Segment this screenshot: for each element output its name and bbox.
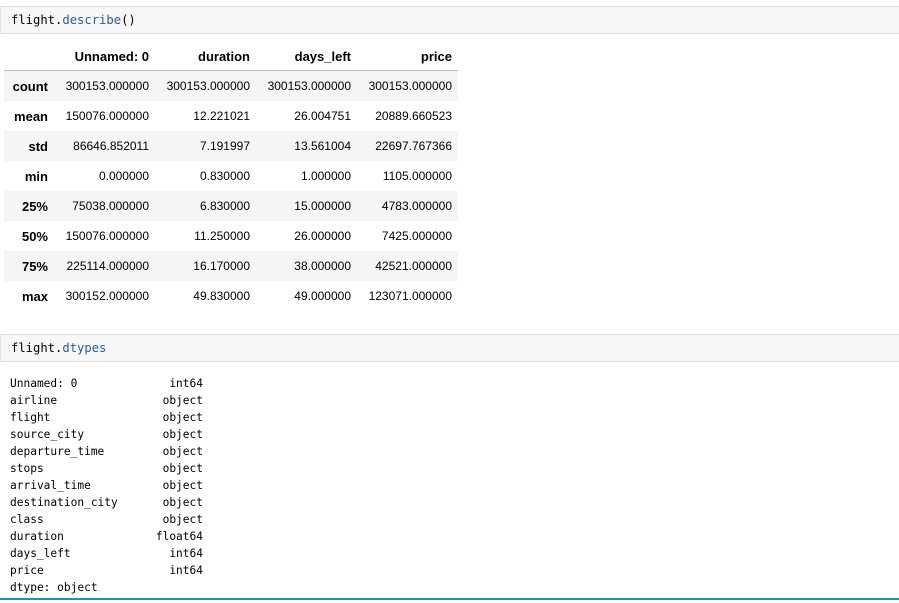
code-object: flight [11,341,56,355]
table-cell: 7425.000000 [381,229,452,243]
row-label: mean [14,108,48,124]
table-cell: 300152.000000 [65,289,149,303]
code-method: describe [62,13,122,27]
row-label: count [12,78,48,94]
row-label: max [21,288,48,304]
table-row: min 0.000000 0.830000 1.000000 1105.0000… [4,161,458,191]
dtype-line: days_left int64 [10,545,203,562]
code-cell-dtypes[interactable]: flight.dtypes [0,334,899,362]
dtypes-output: Unnamed: 0 int64 airline object flight object… [10,375,203,596]
table-cell: 49.000000 [294,289,351,303]
code-object: flight [11,13,56,27]
code-input[interactable]: flight.describe() [11,13,136,27]
table-cell: 86646.852011 [73,139,149,153]
dtype-value: object [162,445,203,458]
dtype-value: float64 [155,530,203,543]
dtype-value: object [162,394,203,407]
table-cell: 300153.000000 [368,79,452,93]
dtype-value: object [162,462,203,475]
dtype-line: flight object [10,409,203,426]
table-cell: 1105.000000 [382,169,452,183]
dtype-value: int64 [169,377,203,390]
dtype-line: departure_time object [10,443,203,460]
dtype-line: arrival_time object [10,477,203,494]
table-cell: 75038.000000 [72,199,149,213]
dtype-value: object [162,479,203,492]
table-cell: 26.004751 [294,109,351,123]
dtype-value: object [162,496,203,509]
dtype-line: price int64 [10,562,203,579]
table-header-unnamed: Unnamed: 0 [54,42,155,71]
row-label: 75% [21,258,48,274]
table-cell: 4783.000000 [381,199,452,213]
table-cell: 300153.000000 [267,79,351,93]
dtype-line: destination_city object [10,494,203,511]
table-cell: 300153.000000 [166,79,250,93]
dtype-line: duration float64 [10,528,203,545]
table-header-price: price [357,42,458,71]
table-row: count 300153.000000 300153.000000 300153… [4,70,458,101]
dtype-line: source_city object [10,426,203,443]
table-cell: 13.561004 [294,139,351,153]
table-cell: 150076.000000 [65,229,149,243]
dtype-value: int64 [169,564,203,577]
table-cell: 7.191997 [199,139,250,153]
dtype-value: object [162,513,203,526]
table-header-index [4,42,54,71]
row-label: std [28,138,49,154]
table-cell: 38.000000 [294,259,351,273]
table-row: mean 150076.000000 12.221021 26.004751 2… [4,101,458,131]
table-cell: 1.000000 [300,169,351,183]
table-cell: 11.250000 [194,229,250,243]
row-label: min [24,168,48,184]
dtype-footer: dtype: object [10,581,98,594]
table-row: 75% 225114.000000 16.170000 38.000000 42… [4,251,458,281]
code-parens: () [121,13,136,27]
table-cell: 123071.000000 [368,289,452,303]
table-cell: 0.830000 [199,169,250,183]
code-method: dtypes [62,341,107,355]
code-cell-describe[interactable]: flight.describe() [0,6,899,34]
code-input[interactable]: flight.dtypes [11,341,106,355]
dtype-line: stops object [10,460,203,477]
dtype-value: object [162,411,203,424]
table-cell: 225114.000000 [66,259,149,273]
dtype-value: object [162,428,203,441]
row-label: 50% [21,228,48,244]
table-cell: 15.000000 [294,199,351,213]
table-header-duration: duration [155,42,256,71]
table-row: std 86646.852011 7.191997 13.561004 2269… [4,131,458,161]
table-cell: 42521.000000 [375,259,452,273]
describe-output-table: Unnamed: 0 duration days_left price coun… [4,42,458,311]
dtype-line: airline object [10,392,203,409]
table-cell: 49.830000 [193,289,250,303]
table-cell: 300153.000000 [65,79,149,93]
row-label: 25% [21,198,48,214]
table-cell: 26.000000 [294,229,351,243]
table-cell: 6.830000 [199,199,250,213]
table-cell: 20889.660523 [375,109,452,123]
table-row: max 300152.000000 49.830000 49.000000 12… [4,281,458,311]
table-row: 50% 150076.000000 11.250000 26.000000 74… [4,221,458,251]
table-cell: 16.170000 [193,259,250,273]
table-row: 25% 75038.000000 6.830000 15.000000 4783… [4,191,458,221]
cell-selection-bar [0,598,899,600]
table-header-row: Unnamed: 0 duration days_left price [4,42,458,71]
table-cell: 22697.767366 [375,139,452,153]
table-cell: 12.221021 [193,109,250,123]
table-header-days-left: days_left [256,42,357,71]
table-cell: 0.000000 [98,169,149,183]
dtype-value: int64 [169,547,203,560]
dtype-line: class object [10,511,203,528]
dtype-line: Unnamed: 0 int64 [10,375,203,392]
table-cell: 150076.000000 [65,109,149,123]
